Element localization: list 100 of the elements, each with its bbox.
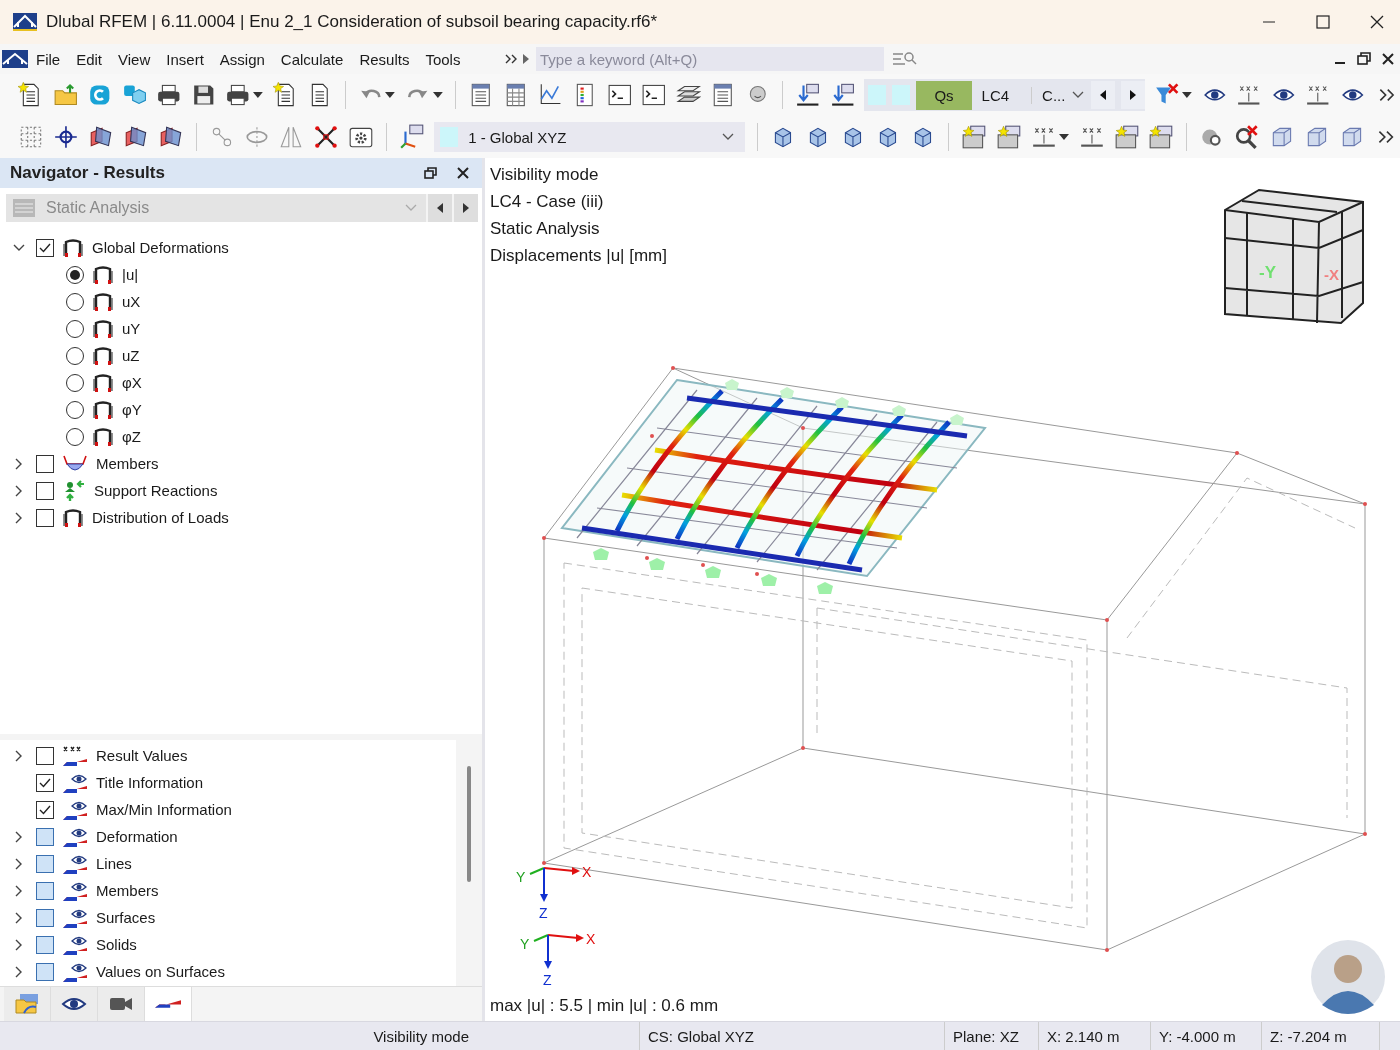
node-icon[interactable] xyxy=(52,124,79,150)
previous-icon[interactable] xyxy=(428,194,452,222)
previous-icon[interactable] xyxy=(1091,81,1116,109)
menu-item[interactable]: Results xyxy=(351,50,418,68)
checkbox[interactable] xyxy=(36,508,54,527)
caret-icon[interactable] xyxy=(1057,132,1070,142)
caret-icon[interactable] xyxy=(431,90,444,100)
tree-item[interactable]: Result Values xyxy=(96,747,188,764)
viewport-info-line: Visibility mode xyxy=(490,164,599,185)
tree-item[interactable]: uY xyxy=(122,320,141,337)
checkbox[interactable] xyxy=(36,800,54,819)
navigator-tab[interactable] xyxy=(145,987,192,1021)
checkbox[interactable] xyxy=(36,962,54,981)
viewport-info-line: LC4 - Case (iii) xyxy=(490,191,604,212)
tree-item[interactable]: Title Information xyxy=(96,774,203,791)
tree-item[interactable]: φY xyxy=(122,401,142,418)
tree-item[interactable]: uZ xyxy=(122,347,140,364)
member-diagram-icon xyxy=(62,453,88,474)
star-window-icon[interactable] xyxy=(995,124,1022,150)
caret-icon[interactable] xyxy=(251,90,264,100)
assistant-avatar[interactable] xyxy=(1310,939,1386,1015)
open-folder-icon[interactable] xyxy=(52,82,79,108)
next-icon[interactable] xyxy=(1121,81,1146,109)
star-window-icon[interactable] xyxy=(1113,124,1140,150)
star-window-icon[interactable] xyxy=(960,124,987,150)
panel-title: Navigator - Results xyxy=(10,163,165,183)
load-case-selector[interactable]: Qs LC4 C... xyxy=(864,79,1146,111)
navigator-tab[interactable] xyxy=(98,987,145,1021)
tree-item[interactable]: Solids xyxy=(96,936,137,953)
viewport-info-line: Static Analysis xyxy=(490,218,600,239)
tree-item[interactable]: Distribution of Loads xyxy=(92,509,229,526)
viewport-info-line: Displacements |u| [mm] xyxy=(490,245,667,266)
menu-item[interactable]: Calculate xyxy=(272,50,352,68)
frame-icon xyxy=(62,507,84,528)
tree-item[interactable]: Deformation xyxy=(96,828,178,845)
status-field: Z: -7.204 m xyxy=(1262,1022,1380,1050)
frame-icon xyxy=(92,399,114,420)
checkbox[interactable] xyxy=(36,881,54,900)
tree-item[interactable]: Max/Min Information xyxy=(96,801,232,818)
chevron-down-icon xyxy=(1071,90,1086,100)
axes-icon[interactable] xyxy=(399,124,426,150)
console-icon[interactable] xyxy=(606,82,633,108)
tree-item[interactable]: Global Deformations xyxy=(92,239,229,256)
print-icon[interactable] xyxy=(225,82,251,108)
max-min-info: max |u| : 5.5 | min |u| : 0.6 mm xyxy=(490,996,719,1016)
checkbox[interactable] xyxy=(36,854,54,873)
caret-icon[interactable] xyxy=(384,90,397,100)
caret-icon[interactable] xyxy=(1180,90,1193,100)
frame-icon xyxy=(62,237,84,258)
tree-item[interactable]: Members xyxy=(96,882,159,899)
tree-item[interactable]: φZ xyxy=(122,428,141,445)
load-case-name: C... xyxy=(1031,86,1066,104)
status-field: X: 2.140 m xyxy=(1039,1022,1151,1050)
tree-item[interactable]: Support Reactions xyxy=(94,482,218,499)
frame-icon xyxy=(92,372,114,393)
menu-item[interactable]: Tools xyxy=(417,50,469,68)
frame-icon xyxy=(92,345,114,366)
folder-icon xyxy=(14,993,40,1015)
app-logo-icon xyxy=(12,11,38,33)
status-field: Visibility mode xyxy=(0,1022,640,1050)
script-icon[interactable] xyxy=(641,82,667,108)
checkbox[interactable] xyxy=(36,827,54,846)
status-field: CS: Global XYZ xyxy=(640,1022,945,1050)
menu-item[interactable]: Edit xyxy=(68,50,111,68)
tree-item[interactable]: uX xyxy=(122,293,141,310)
grid-icon[interactable] xyxy=(18,124,44,150)
tree-item[interactable]: |u| xyxy=(122,266,139,283)
checkbox[interactable] xyxy=(36,746,54,765)
tree-item[interactable]: Values on Surfaces xyxy=(96,963,225,980)
checkbox[interactable] xyxy=(36,935,54,954)
load-case-number: LC4 xyxy=(980,86,1011,104)
frame-icon xyxy=(92,291,114,312)
search-field[interactable]: Type a keyword (Alt+Q) xyxy=(536,47,884,71)
status-field: Plane: XZ xyxy=(945,1022,1039,1050)
load-arrow-icon[interactable] xyxy=(829,82,856,108)
checkbox[interactable] xyxy=(36,908,54,927)
tree-item[interactable]: Surfaces xyxy=(96,909,156,926)
navigator-tab[interactable] xyxy=(51,987,98,1021)
menu-item[interactable]: Assign xyxy=(211,50,273,68)
scrollbar[interactable] xyxy=(467,766,471,882)
chevron-down-icon xyxy=(721,132,736,142)
menu-item[interactable]: Insert xyxy=(158,50,212,68)
tree-item[interactable]: Members xyxy=(96,455,159,472)
tree-item[interactable]: φX xyxy=(122,374,142,391)
coordinate-system-dropdown[interactable]: 1 - Global XYZ xyxy=(434,122,746,152)
status-field: Y: -4.000 m xyxy=(1151,1022,1262,1050)
checkbox[interactable] xyxy=(36,773,54,792)
menu-item[interactable]: File xyxy=(28,50,69,68)
result-values-icon xyxy=(62,744,88,767)
star-window-icon[interactable] xyxy=(1148,124,1175,150)
window-title: Dlubal RFEM | 6.11.0004 | Enu 2_1 Consideration of subsoil bearing capacity.rf6* xyxy=(46,12,658,32)
tree-item[interactable]: Lines xyxy=(96,855,132,872)
load-arrow-icon[interactable] xyxy=(795,82,821,108)
menu-item[interactable]: View xyxy=(110,50,159,68)
checkbox[interactable] xyxy=(36,454,54,473)
checkbox[interactable] xyxy=(36,481,54,500)
next-icon[interactable] xyxy=(454,194,478,222)
checkbox[interactable] xyxy=(36,238,54,257)
table-icon xyxy=(12,198,36,218)
cross-icon[interactable] xyxy=(313,124,340,150)
